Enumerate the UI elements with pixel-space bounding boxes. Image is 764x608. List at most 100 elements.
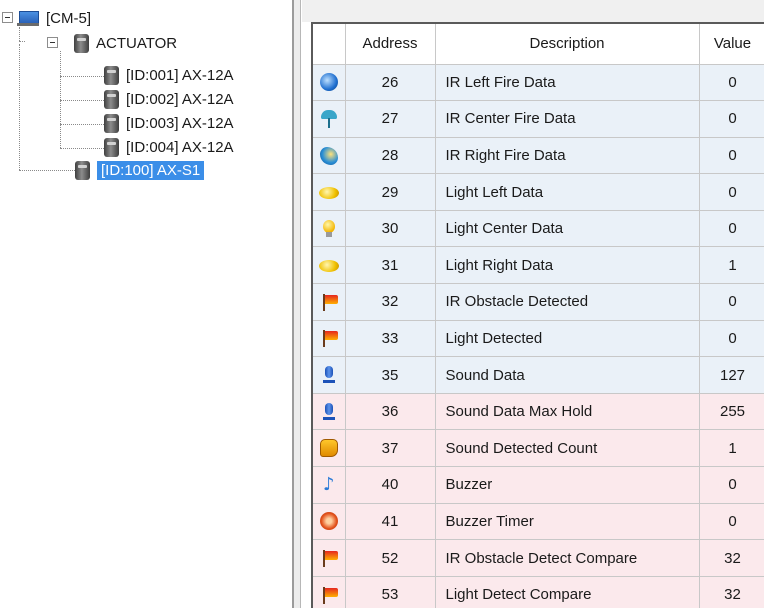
description-cell[interactable]: IR Center Fire Data <box>435 100 700 138</box>
tree-node-id004[interactable]: [ID:004] AX-12A <box>104 137 234 157</box>
description-cell[interactable]: Light Detected <box>435 320 700 358</box>
grid-top-strip <box>302 0 764 22</box>
table-row[interactable]: 30 Light Center Data 0 <box>313 210 764 248</box>
address-cell[interactable]: 36 <box>345 393 436 431</box>
light-left-icon <box>318 186 339 199</box>
value-column-header[interactable]: Value <box>699 24 764 65</box>
tree-node-id003[interactable]: [ID:003] AX-12A <box>104 113 234 133</box>
hand-icon <box>319 439 338 458</box>
address-column-header[interactable]: Address <box>345 24 436 65</box>
table-row[interactable]: 32 IR Obstacle Detected 0 <box>313 283 764 321</box>
tree-node-id001[interactable]: [ID:001] AX-12A <box>104 65 234 85</box>
description-column-header[interactable]: Description <box>435 24 700 65</box>
tree-connector <box>60 124 104 125</box>
description-cell[interactable]: Light Right Data <box>435 246 700 285</box>
table-row[interactable]: 31 Light Right Data 1 <box>313 246 764 285</box>
value-cell[interactable]: 0 <box>699 320 764 358</box>
tree-node-id100[interactable]: [ID:100] AX-S1 <box>75 160 205 180</box>
servo-icon <box>104 113 119 133</box>
table-row[interactable]: 33 Light Detected 0 <box>313 320 764 358</box>
microphone-icon <box>320 366 338 384</box>
description-cell[interactable]: IR Obstacle Detected <box>435 283 700 321</box>
table-row[interactable]: ♪ 40 Buzzer 0 <box>313 466 764 504</box>
flag-icon <box>320 293 338 311</box>
servo-icon <box>104 65 119 85</box>
tree-connector <box>60 148 104 149</box>
table-row[interactable]: 26 IR Left Fire Data 0 <box>313 64 764 102</box>
table-row[interactable]: 53 Light Detect Compare 32 <box>313 576 764 608</box>
controller-icon <box>17 10 39 26</box>
address-cell[interactable]: 53 <box>345 576 436 608</box>
servo-icon <box>104 89 119 109</box>
description-cell[interactable]: Light Left Data <box>435 173 700 211</box>
value-cell[interactable]: 0 <box>699 466 764 504</box>
table-row[interactable]: 27 IR Center Fire Data 0 <box>313 100 764 138</box>
address-cell[interactable]: 41 <box>345 503 436 541</box>
tree-node-label: [ID:001] AX-12A <box>126 66 234 84</box>
ir-center-icon <box>320 109 338 128</box>
value-cell[interactable]: 0 <box>699 283 764 321</box>
value-cell[interactable]: 1 <box>699 429 764 468</box>
address-cell[interactable]: 40 <box>345 466 436 504</box>
address-cell[interactable]: 52 <box>345 539 436 577</box>
address-cell[interactable]: 29 <box>345 173 436 211</box>
table-row[interactable]: 37 Sound Detected Count 1 <box>313 429 764 468</box>
control-table-grid[interactable]: Address Description Value 26 IR Left Fir… <box>311 22 764 608</box>
table-header-row: Address Description Value <box>313 24 764 65</box>
description-cell[interactable]: Buzzer <box>435 466 700 504</box>
description-cell[interactable]: Sound Data <box>435 356 700 394</box>
description-cell[interactable]: IR Left Fire Data <box>435 64 700 102</box>
address-cell[interactable]: 37 <box>345 429 436 468</box>
description-cell[interactable]: IR Obstacle Detect Compare <box>435 539 700 577</box>
microphone-icon <box>320 402 338 421</box>
table-row[interactable]: 29 Light Left Data 0 <box>313 173 764 211</box>
table-row[interactable]: 41 Buzzer Timer 0 <box>313 503 764 541</box>
description-cell[interactable]: Light Center Data <box>435 210 700 248</box>
value-cell[interactable]: 1 <box>699 246 764 285</box>
address-cell[interactable]: 33 <box>345 320 436 358</box>
flag-icon <box>320 586 338 604</box>
value-cell[interactable]: 255 <box>699 393 764 431</box>
description-cell[interactable]: Sound Data Max Hold <box>435 393 700 431</box>
ir-right-icon <box>319 146 338 165</box>
description-cell[interactable]: Buzzer Timer <box>435 503 700 541</box>
value-cell[interactable]: 0 <box>699 100 764 138</box>
module-icon <box>74 33 89 53</box>
tree-connector <box>60 76 104 77</box>
address-cell[interactable]: 26 <box>345 64 436 102</box>
table-row[interactable]: 28 IR Right Fire Data 0 <box>313 137 764 175</box>
collapse-actuator-toggle[interactable] <box>47 37 58 48</box>
description-cell[interactable]: IR Right Fire Data <box>435 137 700 175</box>
tree-node-id002[interactable]: [ID:002] AX-12A <box>104 89 234 109</box>
description-cell[interactable]: Sound Detected Count <box>435 429 700 468</box>
value-cell[interactable]: 32 <box>699 539 764 577</box>
description-cell[interactable]: Light Detect Compare <box>435 576 700 608</box>
address-cell[interactable]: 27 <box>345 100 436 138</box>
device-tree[interactable]: [CM-5] ACTUATOR [ID:001] AX-12A [ID:002]… <box>0 0 292 608</box>
address-cell[interactable]: 28 <box>345 137 436 175</box>
control-table: Address Description Value 26 IR Left Fir… <box>313 24 764 608</box>
tree-node-cm5[interactable]: [CM-5] <box>17 8 91 28</box>
table-row[interactable]: 36 Sound Data Max Hold 255 <box>313 393 764 431</box>
address-cell[interactable]: 32 <box>345 283 436 321</box>
collapse-root-toggle[interactable] <box>2 12 13 23</box>
tree-node-label-selected: [ID:100] AX-S1 <box>97 160 205 180</box>
value-cell[interactable]: 0 <box>699 173 764 211</box>
icon-column-header[interactable] <box>313 24 346 65</box>
panel-splitter-handle[interactable] <box>294 0 301 608</box>
address-cell[interactable]: 31 <box>345 246 436 285</box>
value-cell[interactable]: 0 <box>699 210 764 248</box>
value-cell[interactable]: 0 <box>699 137 764 175</box>
value-cell[interactable]: 0 <box>699 64 764 102</box>
tree-node-actuator[interactable]: ACTUATOR <box>74 33 177 53</box>
table-row[interactable]: 52 IR Obstacle Detect Compare 32 <box>313 539 764 577</box>
light-center-icon <box>320 219 338 238</box>
table-row[interactable]: 35 Sound Data 127 <box>313 356 764 394</box>
value-cell[interactable]: 127 <box>699 356 764 394</box>
tree-node-label: [CM-5] <box>46 9 91 27</box>
value-cell[interactable]: 32 <box>699 576 764 608</box>
value-cell[interactable]: 0 <box>699 503 764 541</box>
address-cell[interactable]: 30 <box>345 210 436 248</box>
address-cell[interactable]: 35 <box>345 356 436 394</box>
light-right-icon <box>318 259 339 272</box>
